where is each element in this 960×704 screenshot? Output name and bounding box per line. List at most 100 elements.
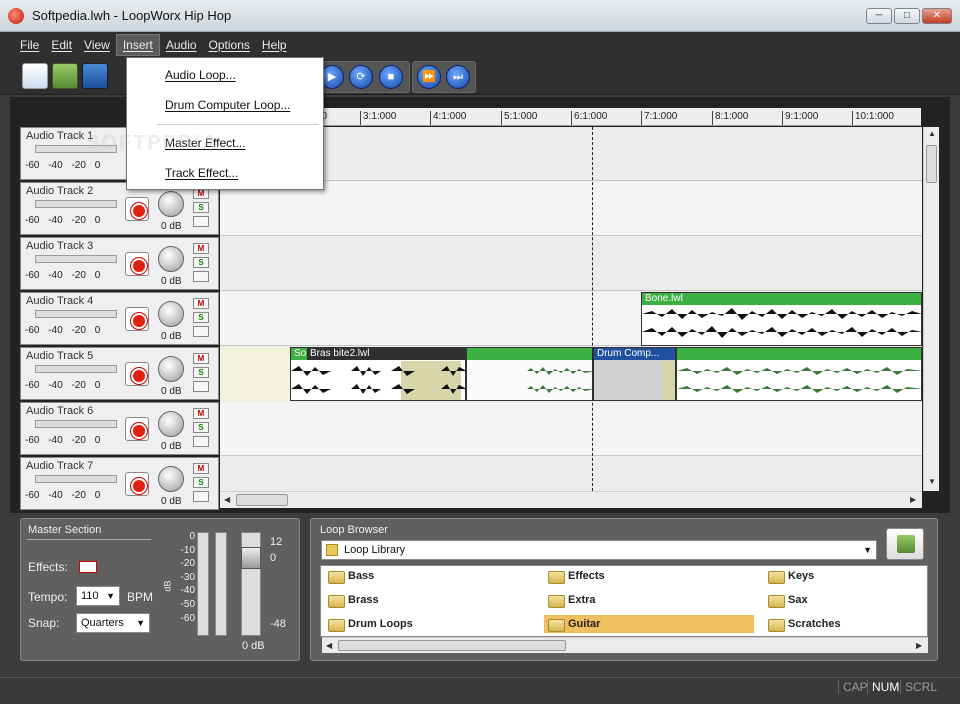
menu-item-drum-computer-loop[interactable]: Drum Computer Loop... — [165, 98, 290, 112]
record-arm-icon[interactable] — [125, 252, 149, 276]
volume-knob[interactable] — [158, 356, 184, 382]
snap-select[interactable]: Quarters ▼ — [76, 613, 150, 633]
scroll-right-icon[interactable]: ▶ — [910, 495, 916, 504]
record-arm-icon[interactable] — [125, 472, 149, 496]
open-folder-icon[interactable] — [52, 63, 78, 89]
tempo-select[interactable]: 110 ▼ — [76, 586, 120, 606]
scroll-thumb[interactable] — [926, 145, 937, 183]
track-lane[interactable] — [220, 182, 922, 236]
timeline-ruler[interactable]: 00 3:1:000 4:1:000 5:1:000 6:1:000 7:1:0… — [220, 108, 921, 126]
menu-item-track-effect[interactable]: Track Effect... — [165, 166, 238, 180]
track-effect-icon[interactable] — [193, 436, 209, 447]
solo-button[interactable]: S — [193, 312, 209, 323]
playhead-line[interactable] — [592, 127, 593, 491]
fader-tick: 0 — [270, 552, 277, 564]
folder-bass[interactable]: Bass — [324, 567, 534, 585]
track-effect-icon[interactable] — [193, 326, 209, 337]
audio-clip[interactable]: Drum Comp... — [593, 347, 676, 401]
menu-file[interactable]: File — [14, 35, 45, 55]
solo-button[interactable]: S — [193, 202, 209, 213]
folder-scratches[interactable]: Scratches — [764, 615, 960, 633]
track-lane[interactable]: Bone.lwl — [220, 292, 922, 346]
record-arm-icon[interactable] — [125, 307, 149, 331]
loop-icon[interactable]: ⟳ — [349, 65, 373, 89]
save-icon[interactable] — [82, 63, 108, 89]
menu-audio[interactable]: Audio — [160, 35, 203, 55]
loop-folder-list[interactable]: Bass Effects Keys Brass Extra Sax Drum L… — [320, 565, 928, 637]
menu-view[interactable]: View — [78, 35, 116, 55]
audio-clip[interactable]: So Bras bite2.lwl — [290, 347, 466, 401]
mute-button[interactable]: M — [193, 463, 209, 474]
maximize-button[interactable]: □ — [894, 8, 920, 24]
solo-button[interactable]: S — [193, 257, 209, 268]
stop-icon[interactable]: ■ — [379, 65, 403, 89]
minimize-button[interactable]: ─ — [866, 8, 892, 24]
scroll-up-icon[interactable]: ▲ — [928, 129, 936, 138]
menu-edit[interactable]: Edit — [45, 35, 78, 55]
mute-button[interactable]: M — [193, 353, 209, 364]
audio-clip[interactable] — [466, 347, 593, 401]
horizontal-scrollbar[interactable]: ◀ ▶ — [220, 491, 922, 508]
scroll-right-icon[interactable]: ▶ — [916, 641, 922, 650]
skip-end-icon[interactable]: ⏭ — [446, 65, 470, 89]
volume-knob[interactable] — [158, 246, 184, 272]
ruler-tick: 9:1:000 — [782, 111, 818, 125]
fader-handle[interactable] — [241, 547, 261, 569]
menu-insert[interactable]: Insert — [115, 33, 160, 56]
track-lane[interactable] — [220, 127, 922, 181]
folder-brass[interactable]: Brass — [324, 591, 534, 609]
mute-button[interactable]: M — [193, 298, 209, 309]
audio-clip[interactable]: Bone.lwl — [641, 292, 922, 346]
mute-button[interactable]: M — [193, 243, 209, 254]
new-document-icon[interactable] — [22, 63, 48, 89]
folder-extra[interactable]: Extra — [544, 591, 754, 609]
volume-knob[interactable] — [158, 466, 184, 492]
folder-drum-loops[interactable]: Drum Loops — [324, 615, 534, 633]
loop-library-select[interactable]: Loop Library ▼ — [321, 540, 877, 560]
fast-forward-icon[interactable]: ⏩ — [417, 65, 441, 89]
track-lane[interactable] — [220, 402, 922, 456]
track-volume-db: 0 dB — [161, 221, 182, 232]
track-lane[interactable] — [220, 237, 922, 291]
vertical-scrollbar[interactable]: ▲ ▼ — [923, 127, 939, 491]
scroll-left-icon[interactable]: ◀ — [224, 495, 230, 504]
track-effect-icon[interactable] — [193, 271, 209, 282]
menu-help[interactable]: Help — [256, 35, 293, 55]
scroll-thumb[interactable] — [338, 640, 566, 651]
scroll-left-icon[interactable]: ◀ — [326, 641, 332, 650]
solo-button[interactable]: S — [193, 422, 209, 433]
track-effect-icon[interactable] — [193, 216, 209, 227]
loop-library-value: Loop Library — [344, 544, 406, 556]
menu-options[interactable]: Options — [203, 35, 256, 55]
track-effect-icon[interactable] — [193, 381, 209, 392]
track-lane[interactable]: So Bras bite2.lwl Drum Comp... — [220, 347, 922, 401]
browser-horizontal-scrollbar[interactable]: ◀ ▶ — [322, 637, 928, 653]
record-arm-icon[interactable] — [125, 417, 149, 441]
folder-keys[interactable]: Keys — [764, 567, 960, 585]
vu-tick: -10 — [180, 544, 195, 556]
volume-knob[interactable] — [158, 411, 184, 437]
audio-clip[interactable] — [676, 347, 922, 401]
solo-button[interactable]: S — [193, 367, 209, 378]
close-button[interactable]: ✕ — [922, 8, 952, 24]
mute-button[interactable]: M — [193, 408, 209, 419]
record-arm-icon[interactable] — [125, 362, 149, 386]
scroll-thumb[interactable] — [236, 494, 288, 506]
volume-knob[interactable] — [158, 191, 184, 217]
volume-knob[interactable] — [158, 301, 184, 327]
scroll-down-icon[interactable]: ▼ — [928, 477, 936, 486]
folder-sax[interactable]: Sax — [764, 591, 960, 609]
track-lanes[interactable]: Bone.lwl So Bras bite2.lwl Drum Comp... — [220, 127, 922, 491]
folder-guitar[interactable]: Guitar — [544, 615, 754, 633]
menu-item-audio-loop[interactable]: Audio Loop... — [165, 68, 236, 82]
solo-button[interactable]: S — [193, 477, 209, 488]
record-arm-icon[interactable] — [125, 197, 149, 221]
track-name: Audio Track 7 — [26, 460, 94, 472]
master-section: Master Section Effects: Tempo: 110 ▼ BPM … — [20, 518, 300, 661]
import-folder-button[interactable] — [886, 528, 924, 560]
track-effect-icon[interactable] — [193, 491, 209, 502]
master-volume-fader[interactable] — [241, 532, 261, 636]
folder-effects[interactable]: Effects — [544, 567, 754, 585]
track-lane[interactable] — [220, 457, 922, 491]
master-effect-icon[interactable] — [79, 561, 97, 573]
